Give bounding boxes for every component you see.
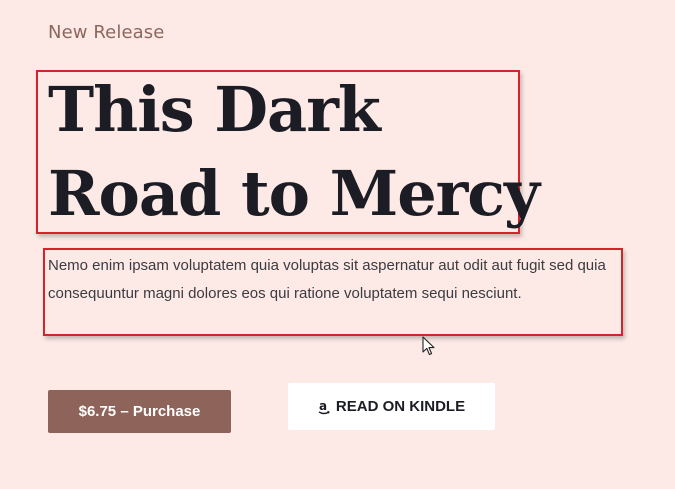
amazon-icon: a — [318, 399, 330, 415]
book-description: Nemo enim ipsam voluptatem quia voluptas… — [48, 257, 606, 302]
title-line-2: Road to Mercy — [48, 157, 540, 230]
read-on-kindle-label: READ ON KINDLE — [335, 398, 466, 415]
book-title: This Dark Road to Mercy — [48, 68, 540, 236]
purchase-button-label: $6.75 – Purchase — [78, 403, 201, 420]
mouse-pointer-icon — [422, 336, 435, 356]
title-line-1: This Dark — [48, 73, 381, 146]
read-on-kindle-button[interactable]: a READ ON KINDLE — [288, 383, 495, 430]
purchase-button[interactable]: $6.75 – Purchase — [48, 390, 231, 433]
release-label: New Release — [48, 22, 165, 43]
svg-text:a: a — [319, 399, 327, 413]
